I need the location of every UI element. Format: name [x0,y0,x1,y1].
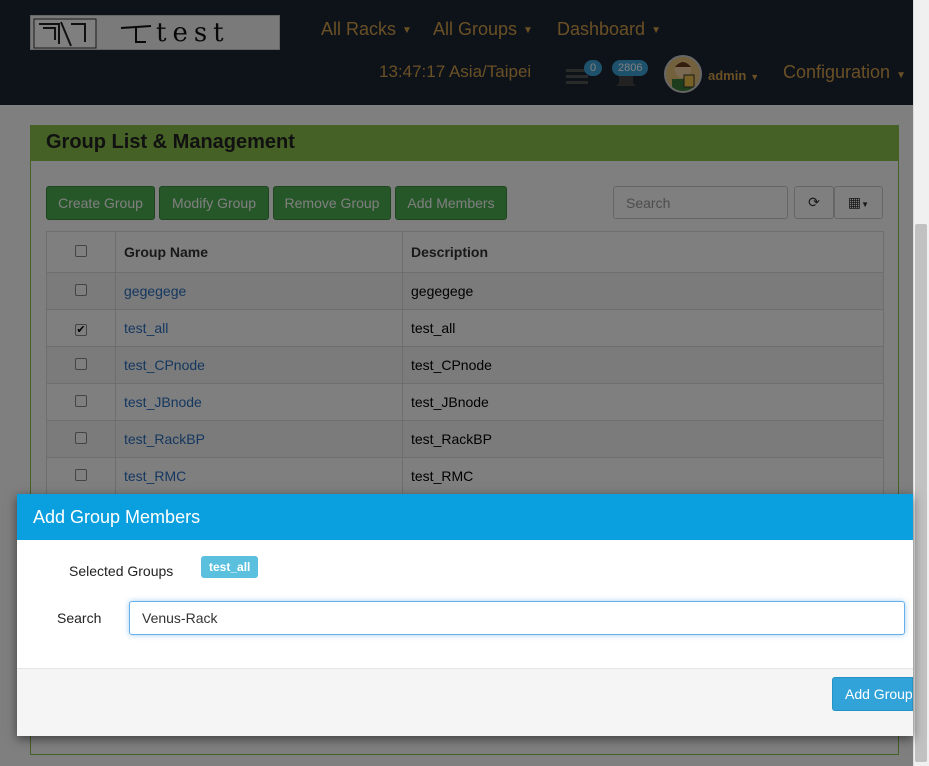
selected-groups-label: Selected Groups [69,563,174,579]
member-search-input[interactable]: Venus-Rack [129,601,905,635]
modal-title: Add Group Members [17,494,913,540]
search-label: Search [57,610,102,626]
selected-group-tag: test_all [201,556,259,578]
modal-footer [17,668,913,736]
add-group-button[interactable]: Add Group [832,677,913,711]
add-group-members-modal: Add Group Members Selected Groups test_a… [17,494,913,736]
scrollbar-thumb[interactable] [915,224,927,762]
